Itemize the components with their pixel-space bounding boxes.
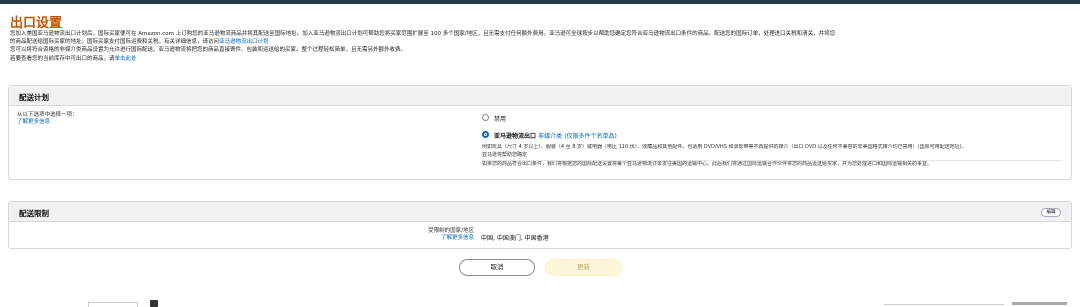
bottom-footer-strip — [0, 298, 1080, 307]
fba-export-link[interactable]: 亚马逊物流出口计划 — [219, 39, 269, 45]
restricted-countries-label: 受限制的国家/地区 了解更多信息 — [379, 228, 474, 242]
fba-export-note: (仅限多件个名单品) — [564, 133, 617, 140]
intro-line-1: 您加入美国亚马逊物流出口计划后，国际买家便可在 Amazon.com 上订购您的… — [10, 31, 836, 37]
fulfillment-plan-heading: 配送计划 — [9, 86, 1071, 106]
page-title: 出口设置 — [10, 16, 63, 31]
plan-prompt: 从以下选项中选择一项： 了解更多信息 — [17, 112, 78, 126]
shipping-restrictions-heading: 配送限制 — [9, 202, 1071, 222]
desc-line-2: 亚马逊将帮助您确定 — [482, 151, 528, 158]
fba-export-option-label: 亚马逊物流出口 非媒介类 (仅限多件个名单品) — [494, 131, 617, 140]
intro-line-2: 的商品配送给国际买家的地址。国际买家支付国际运费和关税。有关详细信息，请访问亚马… — [10, 38, 1072, 46]
update-button[interactable]: 更新 — [545, 259, 622, 276]
cancel-button[interactable]: 取消 — [459, 259, 535, 276]
edit-restrictions-button[interactable]: 编辑 — [1041, 208, 1061, 217]
desc-line-3: 如果您的商品符合出口条件，我们将根据您的国际配送设置将每个亚马逊物流订单发往美国… — [482, 161, 933, 167]
desc-line-1: 例如玩具（尺寸 4 岁以上）、服装（4 至 8 岁）或电器（电压 110 伏）、… — [482, 144, 967, 150]
desc-separator — [482, 160, 1062, 161]
plan-prompt-text: 从以下选项中选择一项： — [17, 112, 78, 118]
plan-learn-more-link[interactable]: 了解更多信息 — [17, 119, 78, 126]
footer-divider — [884, 304, 1004, 305]
disable-radio[interactable] — [482, 114, 489, 121]
fba-export-radio[interactable] — [482, 131, 489, 138]
shipping-restrictions-card: 配送限制 编辑 受限制的国家/地区 了解更多信息 中国, 中国澳门, 中国香港 — [8, 201, 1072, 249]
restrictions-learn-more-link[interactable]: 了解更多信息 — [379, 235, 474, 242]
fba-export-nonmedia: 非媒介类 — [538, 133, 563, 140]
footer-field — [88, 302, 138, 307]
fba-export-description: 例如玩具（尺寸 4 岁以上）、服装（4 至 8 岁）或电器（电压 110 伏）、… — [482, 144, 1062, 169]
restricted-countries-value: 中国, 中国澳门, 中国香港 — [481, 235, 549, 242]
footer-bar — [1012, 302, 1067, 305]
fba-export-label-text: 亚马逊物流出口 — [494, 133, 537, 140]
intro-line-4: 若要查看您的当前库存中可出口的商品，请单击此处 — [10, 55, 1072, 63]
click-here-link[interactable]: 单击此处 — [115, 56, 137, 62]
footer-icon — [150, 300, 158, 307]
fulfillment-plan-card: 配送计划 从以下选项中选择一项： 了解更多信息 禁用 亚马逊物流出口 非媒介类 … — [8, 85, 1072, 180]
disable-option-label: 禁用 — [494, 116, 507, 123]
intro-line-2-text: 的商品配送给国际买家的地址。国际买家支付国际运费和关税。有关详细信息，请访问 — [10, 39, 220, 46]
intro-line-4-text: 若要查看您的当前库存中可出口的商品，请 — [10, 55, 115, 62]
intro-text: 您加入美国亚马逊物流出口计划后，国际买家便可在 Amazon.com 上订购您的… — [10, 30, 1072, 63]
top-navigation-bar — [0, 0, 1080, 4]
restricted-countries-text: 受限制的国家/地区 — [428, 228, 474, 234]
intro-line-3: 您可以将符合资格的非媒介类商品设置为允许进行国际配送。亚马逊物流将把您的商品直接… — [10, 47, 407, 54]
